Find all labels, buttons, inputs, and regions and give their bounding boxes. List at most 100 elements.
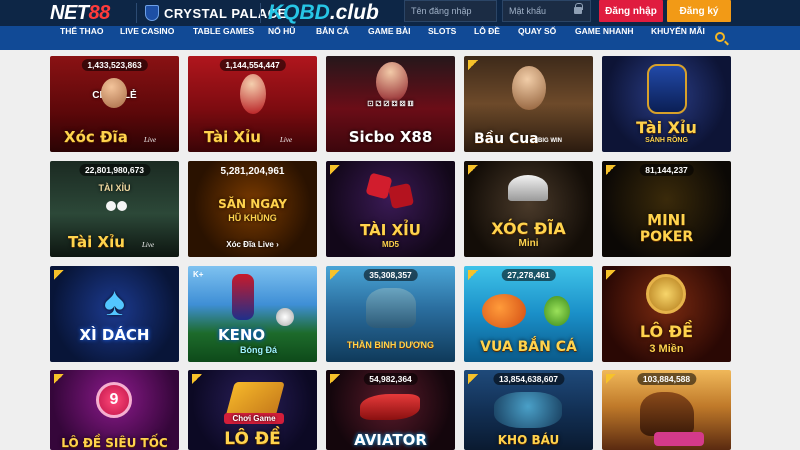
nav-no-hu[interactable]: NỔ HŨ: [268, 26, 295, 50]
nav-game-nhanh[interactable]: GAME NHANH: [575, 26, 634, 50]
game-card-bau-cua[interactable]: Bầu Cua BIG WIN: [464, 56, 593, 152]
dealer-figure: [512, 66, 546, 110]
net88-logo[interactable]: NET88: [50, 2, 110, 25]
game-card-tai-xiu-live-2[interactable]: 22,801,980,673 TÀI XỈU Tài Xỉu Live: [50, 161, 179, 257]
brand-corner-icon: [468, 270, 478, 280]
game-card-san-hu-xoc-dia[interactable]: 5,281,204,961 SĂN NGAY HŨ KHỦNG Xóc Đĩa …: [188, 161, 317, 257]
game-tag: BIG WIN: [538, 138, 562, 144]
nav-lo-de[interactable]: LÔ ĐỀ: [474, 26, 500, 50]
nav-table-games[interactable]: TABLE GAMES: [193, 26, 254, 50]
game-card-mini-poker[interactable]: 81,144,237 MINI POKER: [602, 161, 731, 257]
game-title: AVIATOR: [354, 431, 427, 449]
nav-game-bai[interactable]: GAME BÀI: [368, 26, 411, 50]
brand-corner-icon: [606, 270, 616, 280]
jackpot-counter: 81,144,237: [639, 164, 694, 176]
game-card-sicbo-x88[interactable]: ⚀ ⚁ ⚂ ⚃ ⚄ ⚅ Sicbo X88: [326, 56, 455, 152]
game-card-keno-bong-da[interactable]: K+ KENO Bóng Đá: [188, 266, 317, 362]
top-header: NET88 CRYSTAL PALACE KQBD.club Tên đăng …: [0, 0, 800, 26]
dealer-figure: [101, 78, 127, 108]
game-card-dua-ngua[interactable]: 103,884,588: [602, 370, 731, 450]
jackpot-counter: 27,278,461: [501, 269, 556, 281]
game-title: Xóc Đĩa: [64, 128, 128, 146]
brand-corner-icon: [330, 165, 340, 175]
game-card-kho-bau[interactable]: 13,854,638,607 KHO BÁU: [464, 370, 593, 450]
airplane-icon: [360, 394, 420, 420]
brand-corner-icon: [468, 165, 478, 175]
game-title: Tài Xỉu: [68, 233, 125, 251]
register-button[interactable]: Đăng ký: [667, 0, 731, 22]
horse-figure: [640, 392, 694, 436]
dice-cup-icon: [647, 64, 687, 114]
ball-icon: [106, 201, 116, 211]
game-grid: 1,433,523,863 CHẴN LẺ Xóc Đĩa Live 1,144…: [0, 50, 800, 450]
nav-ban-ca[interactable]: BẮN CÁ: [316, 26, 349, 50]
game-title: Sicbo X88: [348, 128, 433, 146]
spade-icon: ♠: [103, 280, 126, 324]
password-input[interactable]: Mật khẩu: [502, 0, 591, 22]
game-card-tai-xiu-md5[interactable]: TÀI XỈU MD5: [326, 161, 455, 257]
bowl-icon: [508, 175, 548, 201]
lock-icon: [574, 3, 583, 14]
game-title: Tài Xỉu: [204, 128, 261, 146]
nav-slots[interactable]: SLOTS: [428, 26, 456, 50]
game-card-lo-de-sieu-toc[interactable]: 9 LÔ ĐỀ SIÊU TỐC: [50, 370, 179, 450]
game-tag: Live: [280, 136, 293, 144]
game-tag: Live: [142, 241, 155, 249]
game-extra: TÀI XỈU: [98, 183, 131, 193]
nav-live-casino[interactable]: LIVE CASINO: [120, 26, 174, 50]
play-game-button[interactable]: Chơi Game: [224, 413, 284, 424]
game-card-tai-xiu-sanh-rong[interactable]: Tài Xỉu SẢNH RỒNG: [602, 56, 731, 152]
game-title: XÓC ĐĨA: [491, 219, 566, 238]
game-subtitle: HŨ KHỦNG: [228, 213, 277, 223]
game-card-xoc-dia-live[interactable]: 1,433,523,863 CHẴN LẺ Xóc Đĩa Live: [50, 56, 179, 152]
game-card-lo-de-3-mien[interactable]: LÔ ĐỀ 3 Miền: [602, 266, 731, 362]
game-title: TÀI XỈU: [360, 221, 421, 239]
game-logo-banner: [654, 432, 704, 446]
game-title: MINI: [647, 211, 686, 229]
game-subtitle: 3 Miền: [649, 343, 684, 355]
search-icon[interactable]: [715, 32, 725, 42]
game-title: LÔ ĐỀ SIÊU TỐC: [61, 436, 168, 450]
nav-khuyen-mai[interactable]: KHUYẾN MÃI: [651, 26, 705, 50]
jackpot-counter: 22,801,980,673: [78, 164, 151, 176]
monster-figure: [366, 288, 416, 328]
game-subtitle: POKER: [639, 229, 694, 245]
brand-corner-icon: [330, 270, 340, 280]
game-card-lo-de[interactable]: Chơi Game LÔ ĐỀ: [188, 370, 317, 450]
nav-the-thao[interactable]: THỂ THAO: [60, 26, 103, 50]
dice-icon: [387, 182, 415, 210]
game-card-xi-dach[interactable]: ♠ XÌ DÁCH: [50, 266, 179, 362]
creature-figure: [494, 392, 562, 428]
brand-corner-icon: [606, 374, 616, 384]
crystal-palace-logo: CRYSTAL PALACE: [145, 5, 287, 21]
game-subtitle: Bóng Đá: [240, 345, 277, 355]
jackpot-counter: 1,433,523,863: [81, 59, 148, 71]
game-subtitle: THẦN BINH DƯƠNG: [346, 340, 435, 350]
game-title: KENO: [218, 326, 266, 344]
game-subtitle: SẢNH RỒNG: [645, 137, 688, 144]
dealer-figure: [376, 62, 408, 102]
brand-corner-icon: [54, 374, 64, 384]
football-icon: [276, 308, 294, 326]
jackpot-counter: 35,308,357: [363, 269, 418, 281]
jackpot-counter: 5,281,204,961: [220, 166, 285, 177]
game-title: Tài Xỉu: [636, 118, 697, 137]
brand-corner-icon: [606, 165, 616, 175]
divider: [136, 3, 137, 23]
nav-quay-so[interactable]: QUAY SỐ: [518, 26, 556, 50]
game-card-vua-ban-ca[interactable]: 27,278,461 VUA BẮN CÁ: [464, 266, 593, 362]
divider: [260, 3, 261, 23]
brand-corner-icon: [330, 374, 340, 384]
game-card-tai-xiu-live[interactable]: 1,144,554,447 Tài Xỉu Live: [188, 56, 317, 152]
game-card-xoc-dia-mini[interactable]: XÓC ĐĨA Mini: [464, 161, 593, 257]
game-subtitle: Mini: [518, 238, 539, 249]
dice-icon: [365, 172, 393, 200]
game-card-aviator[interactable]: 54,982,364 AVIATOR: [326, 370, 455, 450]
game-title: Bầu Cua: [474, 131, 539, 147]
brand-corner-icon: [54, 270, 64, 280]
xoc-dia-live-link[interactable]: Xóc Đĩa Live ›: [188, 240, 317, 249]
login-button[interactable]: Đăng nhập: [599, 0, 663, 22]
username-input[interactable]: Tên đăng nhập: [404, 0, 497, 22]
cannon-icon: [544, 296, 570, 326]
game-card-than-binh-duong[interactable]: 35,308,357 THẦN BINH DƯƠNG: [326, 266, 455, 362]
